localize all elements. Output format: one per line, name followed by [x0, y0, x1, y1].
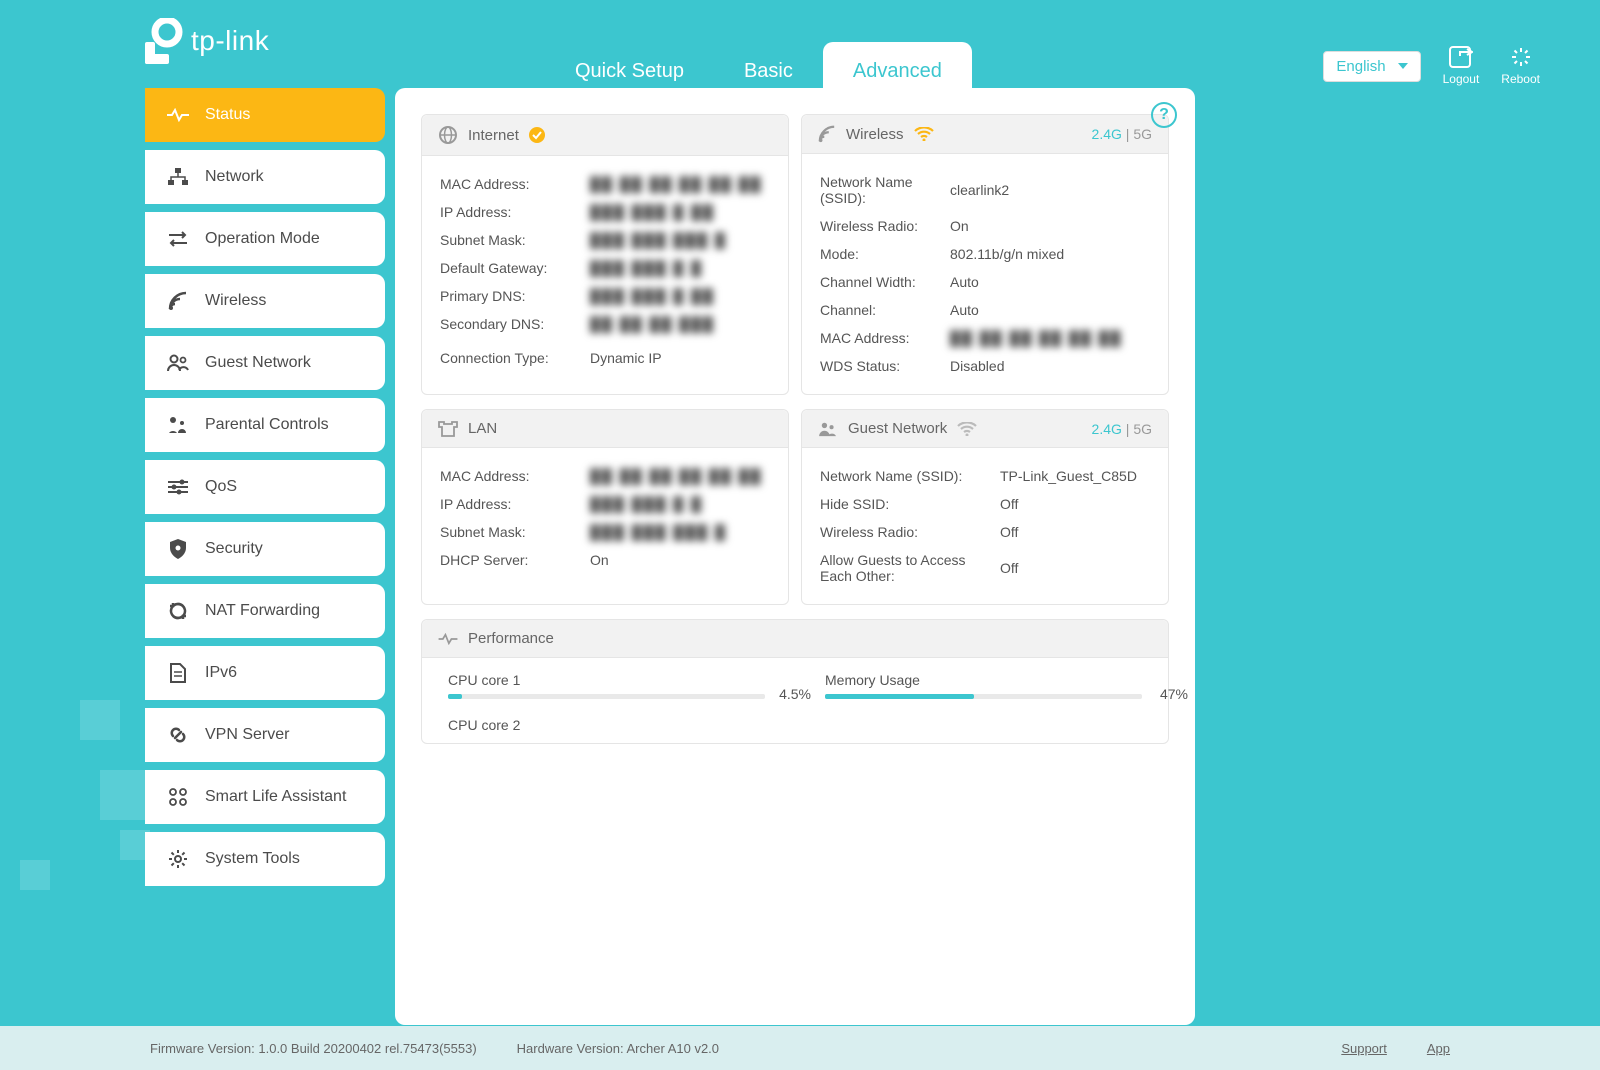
cpu1-bar: 4.5%: [448, 694, 765, 699]
sidebar-item-label: Operation Mode: [205, 230, 320, 248]
tplink-logo-icon: [145, 18, 183, 64]
sidebar-item-vpn-server[interactable]: VPN Server: [145, 708, 385, 762]
sidebar-item-label: QoS: [205, 478, 237, 496]
sidebar-item-guest-network[interactable]: Guest Network: [145, 336, 385, 390]
panel-guest-network: Guest Network 2.4G | 5G Network Name (SS…: [801, 409, 1169, 605]
firmware-version: Firmware Version: 1.0.0 Build 20200402 r…: [150, 1041, 477, 1056]
panel-title: Internet: [468, 127, 519, 144]
logout-button[interactable]: Logout: [1443, 46, 1480, 86]
sidebar-item-label: Network: [205, 168, 264, 186]
panel-title: Wireless: [846, 126, 904, 143]
sidebar-item-label: Wireless: [205, 292, 266, 310]
sidebar: Status Network Operation Mode Wireless G…: [145, 88, 385, 886]
swap-icon: [167, 228, 189, 250]
brand-text: tp-link: [191, 25, 269, 57]
reboot-button[interactable]: Reboot: [1501, 46, 1540, 86]
panel-title: LAN: [468, 420, 497, 437]
wifi-signal-icon: [914, 127, 934, 141]
support-link[interactable]: Support: [1341, 1041, 1387, 1056]
mem-bar: 47%: [825, 694, 1142, 699]
band-toggle[interactable]: 2.4G | 5G: [1092, 126, 1152, 142]
wifi-signal-off-icon: [957, 422, 977, 436]
status-ok-icon: [529, 127, 545, 143]
panel-lan: LAN MAC Address:██ ██ ██ ██ ██ ██ IP Add…: [421, 409, 789, 605]
panel-title: Performance: [468, 630, 554, 647]
refresh-icon: [167, 600, 189, 622]
lan-icon: [438, 421, 458, 437]
document-icon: [167, 662, 189, 684]
panel-internet: Internet MAC Address:██ ██ ██ ██ ██ ██ I…: [421, 114, 789, 395]
sidebar-item-label: Guest Network: [205, 354, 311, 372]
activity-icon: [167, 104, 189, 126]
sidebar-item-wireless[interactable]: Wireless: [145, 274, 385, 328]
app-link[interactable]: App: [1427, 1041, 1450, 1056]
sidebar-item-network[interactable]: Network: [145, 150, 385, 204]
sidebar-item-qos[interactable]: QoS: [145, 460, 385, 514]
sidebar-item-label: Status: [205, 106, 250, 124]
users-icon: [818, 421, 838, 437]
sidebar-item-nat-forwarding[interactable]: NAT Forwarding: [145, 584, 385, 638]
sidebar-item-label: NAT Forwarding: [205, 602, 320, 620]
grid-icon: [167, 786, 189, 808]
reboot-icon: [1510, 46, 1532, 68]
network-icon: [167, 166, 189, 188]
sidebar-item-smart-life[interactable]: Smart Life Assistant: [145, 770, 385, 824]
sidebar-item-security[interactable]: Security: [145, 522, 385, 576]
gear-icon: [167, 848, 189, 870]
brand-logo: tp-link: [145, 18, 269, 64]
shield-icon: [167, 538, 189, 560]
panel-wireless: Wireless 2.4G | 5G Network Name (SSID):c…: [801, 114, 1169, 395]
band-toggle[interactable]: 2.4G | 5G: [1092, 421, 1152, 437]
users-icon: [167, 352, 189, 374]
wifi-icon: [167, 290, 189, 312]
sidebar-item-system-tools[interactable]: System Tools: [145, 832, 385, 886]
help-icon[interactable]: ?: [1151, 102, 1177, 128]
footer: Firmware Version: 1.0.0 Build 20200402 r…: [0, 1026, 1600, 1070]
sidebar-item-label: Smart Life Assistant: [205, 788, 346, 806]
panel-title: Guest Network: [848, 420, 947, 437]
sidebar-item-label: VPN Server: [205, 726, 289, 744]
sidebar-item-ipv6[interactable]: IPv6: [145, 646, 385, 700]
language-select[interactable]: English: [1323, 51, 1420, 82]
sidebar-item-parental-controls[interactable]: Parental Controls: [145, 398, 385, 452]
sidebar-item-operation-mode[interactable]: Operation Mode: [145, 212, 385, 266]
sliders-icon: [167, 476, 189, 498]
globe-icon: [438, 125, 458, 145]
logout-icon: [1449, 46, 1473, 68]
mem-label: Memory Usage: [825, 672, 1142, 688]
sidebar-item-label: System Tools: [205, 850, 300, 868]
content-area: ? Internet MAC Address:██ ██ ██ ██ ██ ██…: [395, 88, 1195, 1025]
sidebar-item-label: Parental Controls: [205, 416, 329, 434]
wifi-icon: [818, 125, 836, 143]
sidebar-item-label: Security: [205, 540, 263, 558]
panel-performance: Performance CPU core 1 4.5% CPU core 2 M…: [421, 619, 1169, 744]
sidebar-item-label: IPv6: [205, 664, 237, 682]
sidebar-item-status[interactable]: Status: [145, 88, 385, 142]
activity-icon: [438, 633, 458, 645]
cpu2-label: CPU core 2: [448, 717, 765, 733]
cpu1-label: CPU core 1: [448, 672, 765, 688]
hardware-version: Hardware Version: Archer A10 v2.0: [517, 1041, 719, 1056]
link-icon: [167, 724, 189, 746]
parental-icon: [167, 414, 189, 436]
